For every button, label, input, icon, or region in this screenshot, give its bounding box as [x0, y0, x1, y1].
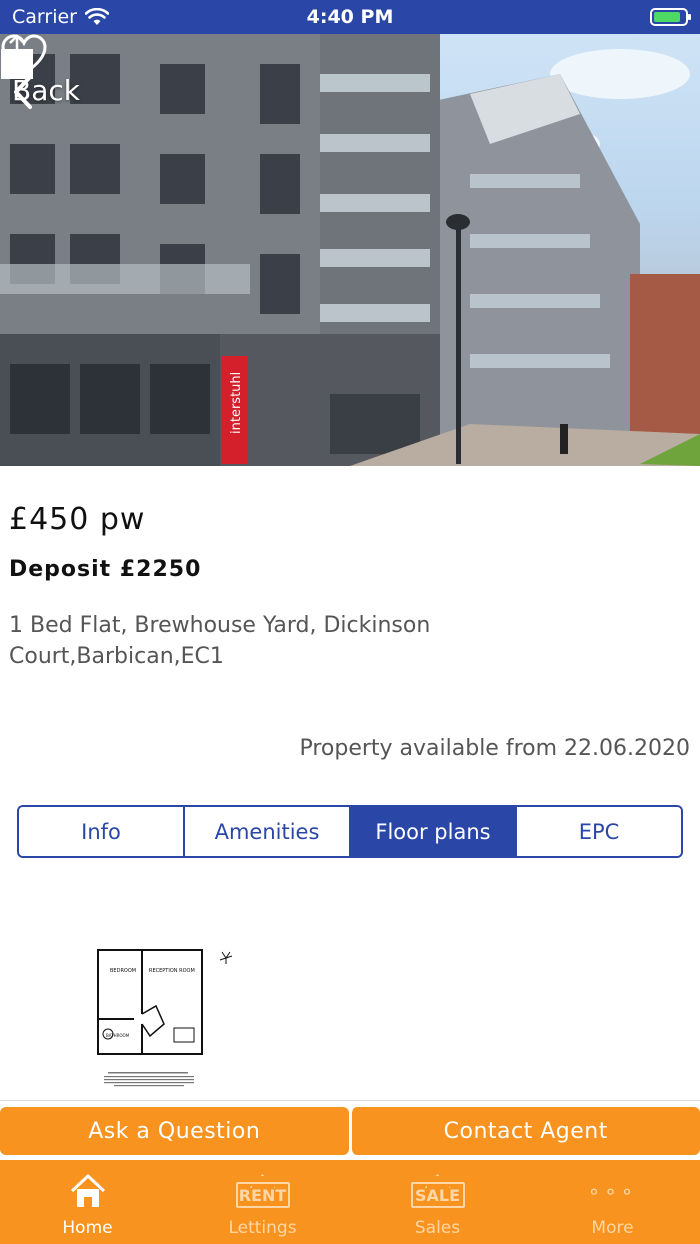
floorplan-reception-label: RECEPTION ROOM	[149, 968, 195, 974]
ask-question-button[interactable]: Ask a Question	[0, 1107, 349, 1155]
battery-icon	[650, 8, 691, 26]
building-illustration: interstuhl	[0, 34, 700, 466]
tab-epc[interactable]: EPC	[517, 807, 681, 856]
heart-icon[interactable]	[0, 34, 48, 78]
bottom-tab-bar: Home RENT Lettings SALE Sales ∘∘∘ More	[0, 1160, 700, 1244]
rent-sign-icon: RENT	[235, 1174, 290, 1208]
home-icon	[70, 1174, 105, 1207]
carrier-label: Carrier	[12, 6, 77, 28]
section-divider	[0, 1100, 700, 1101]
listing-price: £450 pw	[9, 502, 146, 537]
contact-agent-button[interactable]: Contact Agent	[350, 1107, 700, 1155]
availability-date: Property available from 22.06.2020	[299, 736, 690, 761]
tab-floor-plans[interactable]: Floor plans	[351, 807, 517, 856]
sign-text: interstuhl	[229, 372, 244, 434]
action-buttons: Ask a Question Contact Agent	[0, 1107, 700, 1155]
tabbar-label-more: More	[591, 1218, 634, 1238]
floorplan-bathroom-label: BATHROOM	[106, 1033, 130, 1038]
listing-deposit: Deposit £2250	[9, 557, 202, 582]
tabbar-label-home: Home	[62, 1218, 113, 1238]
wifi-icon	[84, 8, 109, 25]
status-bar: Carrier 4:40 PM	[0, 0, 700, 34]
property-photo[interactable]: interstuhl Back	[0, 34, 700, 466]
detail-tabs: Info Amenities Floor plans EPC	[17, 805, 683, 858]
tabbar-label-sales: Sales	[414, 1218, 461, 1238]
floorplan-bedroom-label: BEDROOM	[110, 968, 136, 974]
listing-address: 1 Bed Flat, Brewhouse Yard, Dickinson Co…	[9, 613, 431, 669]
tab-amenities[interactable]: Amenities	[185, 807, 351, 856]
sale-sign-icon: SALE	[410, 1174, 465, 1208]
tabbar-label-lettings: Lettings	[228, 1218, 297, 1238]
tab-info[interactable]: Info	[19, 807, 185, 856]
tabbar-item-more[interactable]: ∘∘∘ More	[525, 1160, 700, 1244]
tabbar-item-sales[interactable]: SALE Sales	[350, 1160, 525, 1244]
status-left: Carrier	[12, 6, 109, 28]
floor-plan-image[interactable]: BEDROOM RECEPTION ROOM BATHROOM	[94, 944, 244, 1094]
tabbar-item-home[interactable]: Home	[0, 1160, 175, 1244]
more-dots-icon: ∘∘∘	[587, 1179, 638, 1203]
tabbar-item-lettings[interactable]: RENT Lettings	[175, 1160, 350, 1244]
